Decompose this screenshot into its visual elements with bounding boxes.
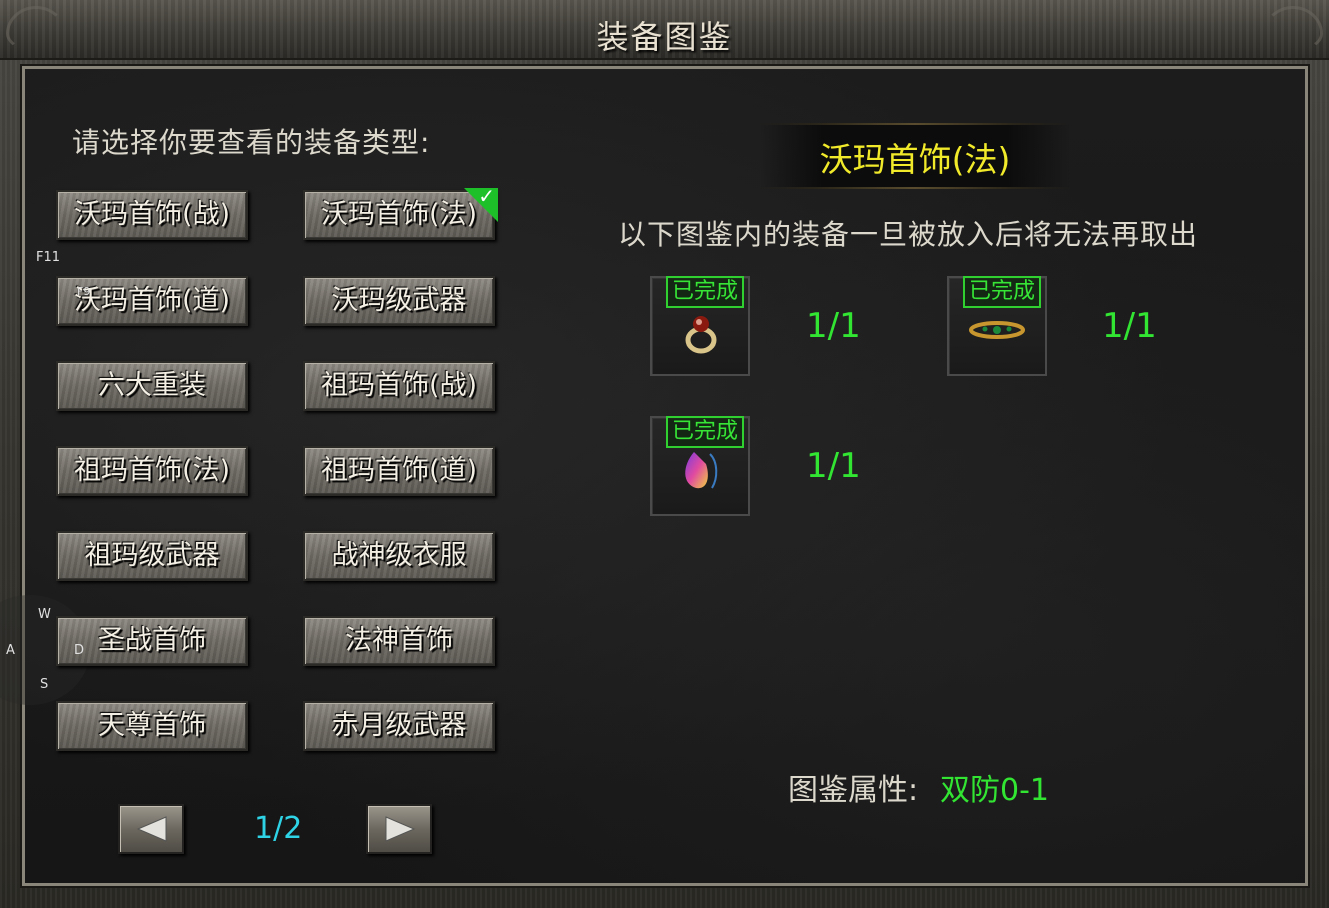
category-button[interactable]: 六大重装: [56, 361, 248, 411]
completed-badge: 已完成: [666, 416, 744, 448]
category-button[interactable]: 祖玛级武器: [56, 531, 248, 581]
category-label: 沃玛首饰(法): [320, 199, 478, 230]
completed-badge: 已完成: [666, 276, 744, 308]
hotkey-a[interactable]: A: [6, 643, 15, 658]
category-button[interactable]: 战神级衣服: [303, 531, 495, 581]
notice-text: 以下图鉴内的装备一旦被放入后将无法再取出: [618, 218, 1199, 251]
hotkey-w[interactable]: W: [38, 607, 51, 622]
necklace-icon: [685, 452, 718, 489]
attribute-label: 图鉴属性:: [788, 773, 919, 808]
prev-page-button[interactable]: [118, 804, 184, 854]
item-slot[interactable]: 已完成: [650, 276, 750, 376]
category-button[interactable]: 祖玛首饰(法): [56, 446, 248, 496]
item-slot[interactable]: 已完成: [947, 276, 1047, 376]
category-button[interactable]: 法神首饰: [303, 616, 495, 666]
category-button[interactable]: 沃玛首饰(战): [56, 190, 248, 240]
right-arrow-icon: [385, 816, 416, 842]
category-button[interactable]: 沃玛级武器: [303, 276, 495, 326]
window-title: 装备图鉴: [596, 18, 733, 56]
item-count: 1/1: [1102, 306, 1157, 346]
hotkey-d[interactable]: D: [74, 643, 84, 658]
hotkey-s[interactable]: S: [40, 677, 48, 692]
ring-icon: [685, 316, 717, 354]
category-button[interactable]: 赤月级武器: [303, 701, 495, 751]
category-button[interactable]: 圣战首饰: [56, 616, 248, 666]
hotkey-f9: F9: [77, 285, 91, 298]
left-arrow-icon: [136, 816, 167, 842]
category-button[interactable]: 祖玛首饰(道): [303, 446, 495, 496]
category-button[interactable]: 天尊首饰: [56, 701, 248, 751]
set-title: 沃玛首饰(法): [819, 140, 1011, 179]
item-count: 1/1: [806, 446, 861, 486]
category-button[interactable]: 祖玛首饰(战): [303, 361, 495, 411]
hotkey-f11: F11: [36, 250, 61, 265]
category-prompt: 请选择你要查看的装备类型:: [72, 126, 431, 159]
check-icon: ✓: [478, 184, 495, 208]
item-count: 1/1: [806, 306, 861, 346]
category-button-selected[interactable]: 沃玛首饰(法) ✓: [303, 186, 498, 240]
completed-badge: 已完成: [963, 276, 1041, 308]
page-indicator: 1/2: [254, 811, 303, 846]
attribute-value: 双防0-1: [940, 773, 1049, 808]
title-bar[interactable]: 装备图鉴: [0, 0, 1329, 60]
next-page-button[interactable]: [366, 804, 432, 854]
item-slot[interactable]: 已完成: [650, 416, 750, 516]
bracelet-icon: [969, 321, 1025, 339]
category-button[interactable]: 沃玛首饰(道): [56, 276, 248, 326]
